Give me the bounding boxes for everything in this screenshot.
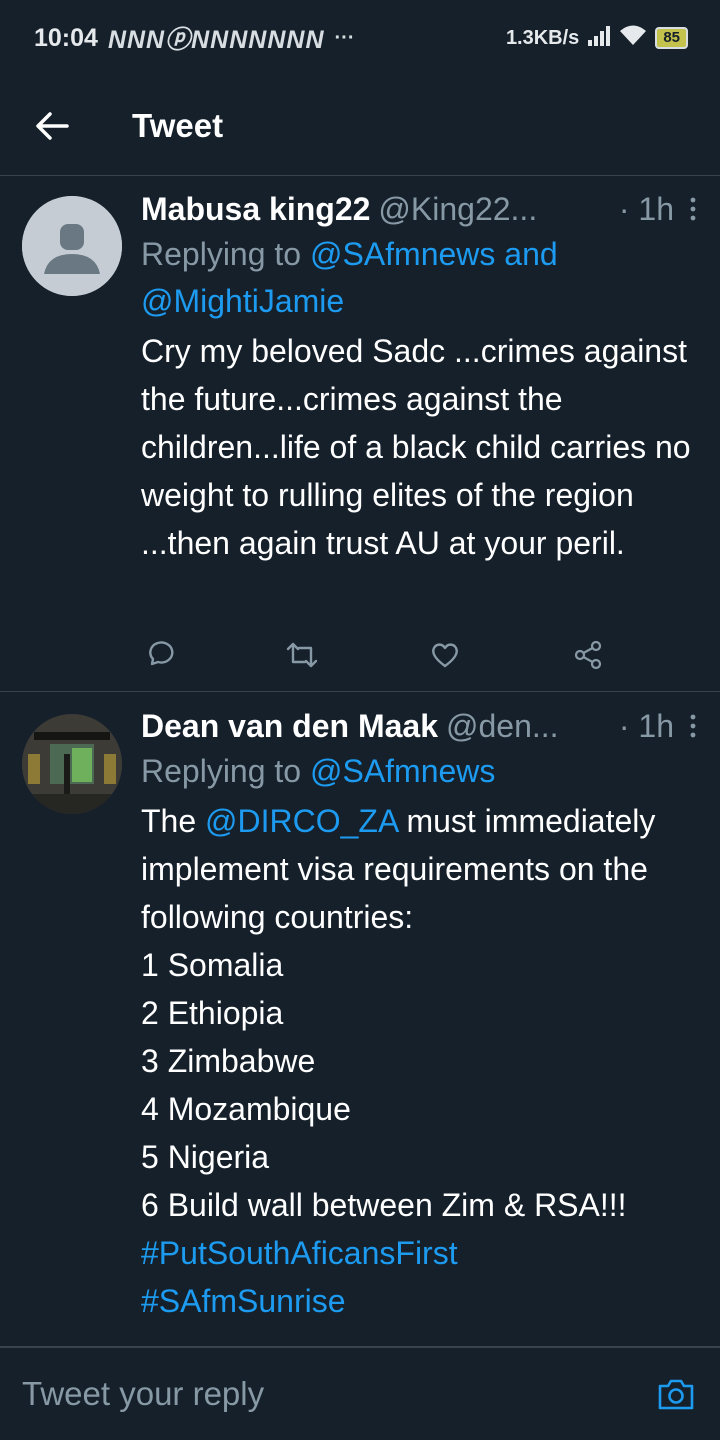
avatar[interactable] <box>22 714 122 814</box>
page-title: Tweet <box>132 106 224 144</box>
replying-to: Replying to @SAfmnews and @MightiJamie <box>141 231 698 325</box>
retweet-icon[interactable] <box>284 637 320 673</box>
display-name[interactable]: Mabusa king22 <box>141 191 370 228</box>
more-options-icon[interactable] <box>688 714 698 738</box>
avatar[interactable] <box>22 196 122 296</box>
hashtag-link[interactable]: #PutSouthAficansFirst <box>141 1235 458 1271</box>
notification-icons: NNNⓟNNNNNNN <box>107 26 325 54</box>
camera-icon[interactable] <box>654 1372 698 1416</box>
hashtag-link[interactable]: #SAfmSunrise <box>141 1283 346 1319</box>
tweet-text: Cry my beloved Sadc ...crimes against th… <box>141 333 700 561</box>
tweet-header: Mabusa king22 @King22... · 1h <box>141 187 698 231</box>
signal-icon <box>587 24 611 53</box>
tweet-item[interactable]: Dean van den Maak @den... · 1h Replying … <box>0 692 720 1347</box>
reply-composer[interactable]: Tweet your reply <box>0 1347 720 1440</box>
share-icon[interactable] <box>570 637 606 673</box>
tweet-text: The @DIRCO_ZA must immediately implement… <box>141 797 698 1325</box>
reply-input[interactable]: Tweet your reply <box>22 1375 264 1413</box>
replying-to-label: Replying to <box>141 236 310 272</box>
status-bar: 10:04 NNNⓟNNNNNNN ··· 1.3KB/s 85 <box>0 0 720 76</box>
display-name[interactable]: Dean van den Maak <box>141 708 438 745</box>
mention-link[interactable]: @DIRCO_ZA <box>205 803 398 839</box>
tweet-time: · 1h <box>618 707 674 744</box>
wifi-icon <box>619 24 647 53</box>
tweet-header: Dean van den Maak @den... · 1h <box>141 704 698 748</box>
more-options-icon[interactable] <box>688 197 698 221</box>
tweet-text-rest: must immediately implement visa requirem… <box>141 803 656 1223</box>
tweet-text-prefix: The <box>141 803 206 839</box>
tweet-actions <box>141 637 606 673</box>
reply-icon[interactable] <box>141 637 177 673</box>
replying-to-link[interactable]: @SAfmnews <box>310 753 495 789</box>
like-icon[interactable] <box>427 637 463 673</box>
default-avatar-icon <box>22 196 122 296</box>
tweet-item[interactable]: Mabusa king22 @King22... · 1h Replying t… <box>0 177 720 692</box>
replying-to: Replying to @SAfmnews <box>141 748 698 795</box>
back-arrow-icon[interactable] <box>27 101 77 151</box>
replying-to-label: Replying to <box>141 753 310 789</box>
more-notifications-indicator: ··· <box>334 26 355 49</box>
user-handle[interactable]: @King22... <box>378 191 537 228</box>
status-time: 10:04 <box>34 23 98 52</box>
profile-photo <box>22 714 122 814</box>
network-speed: 1.3KB/s <box>505 26 580 49</box>
tweet-time: · 1h <box>618 190 674 227</box>
user-handle[interactable]: @den... <box>446 708 559 745</box>
top-app-bar: Tweet <box>0 76 720 176</box>
battery-icon: 85 <box>655 27 688 49</box>
